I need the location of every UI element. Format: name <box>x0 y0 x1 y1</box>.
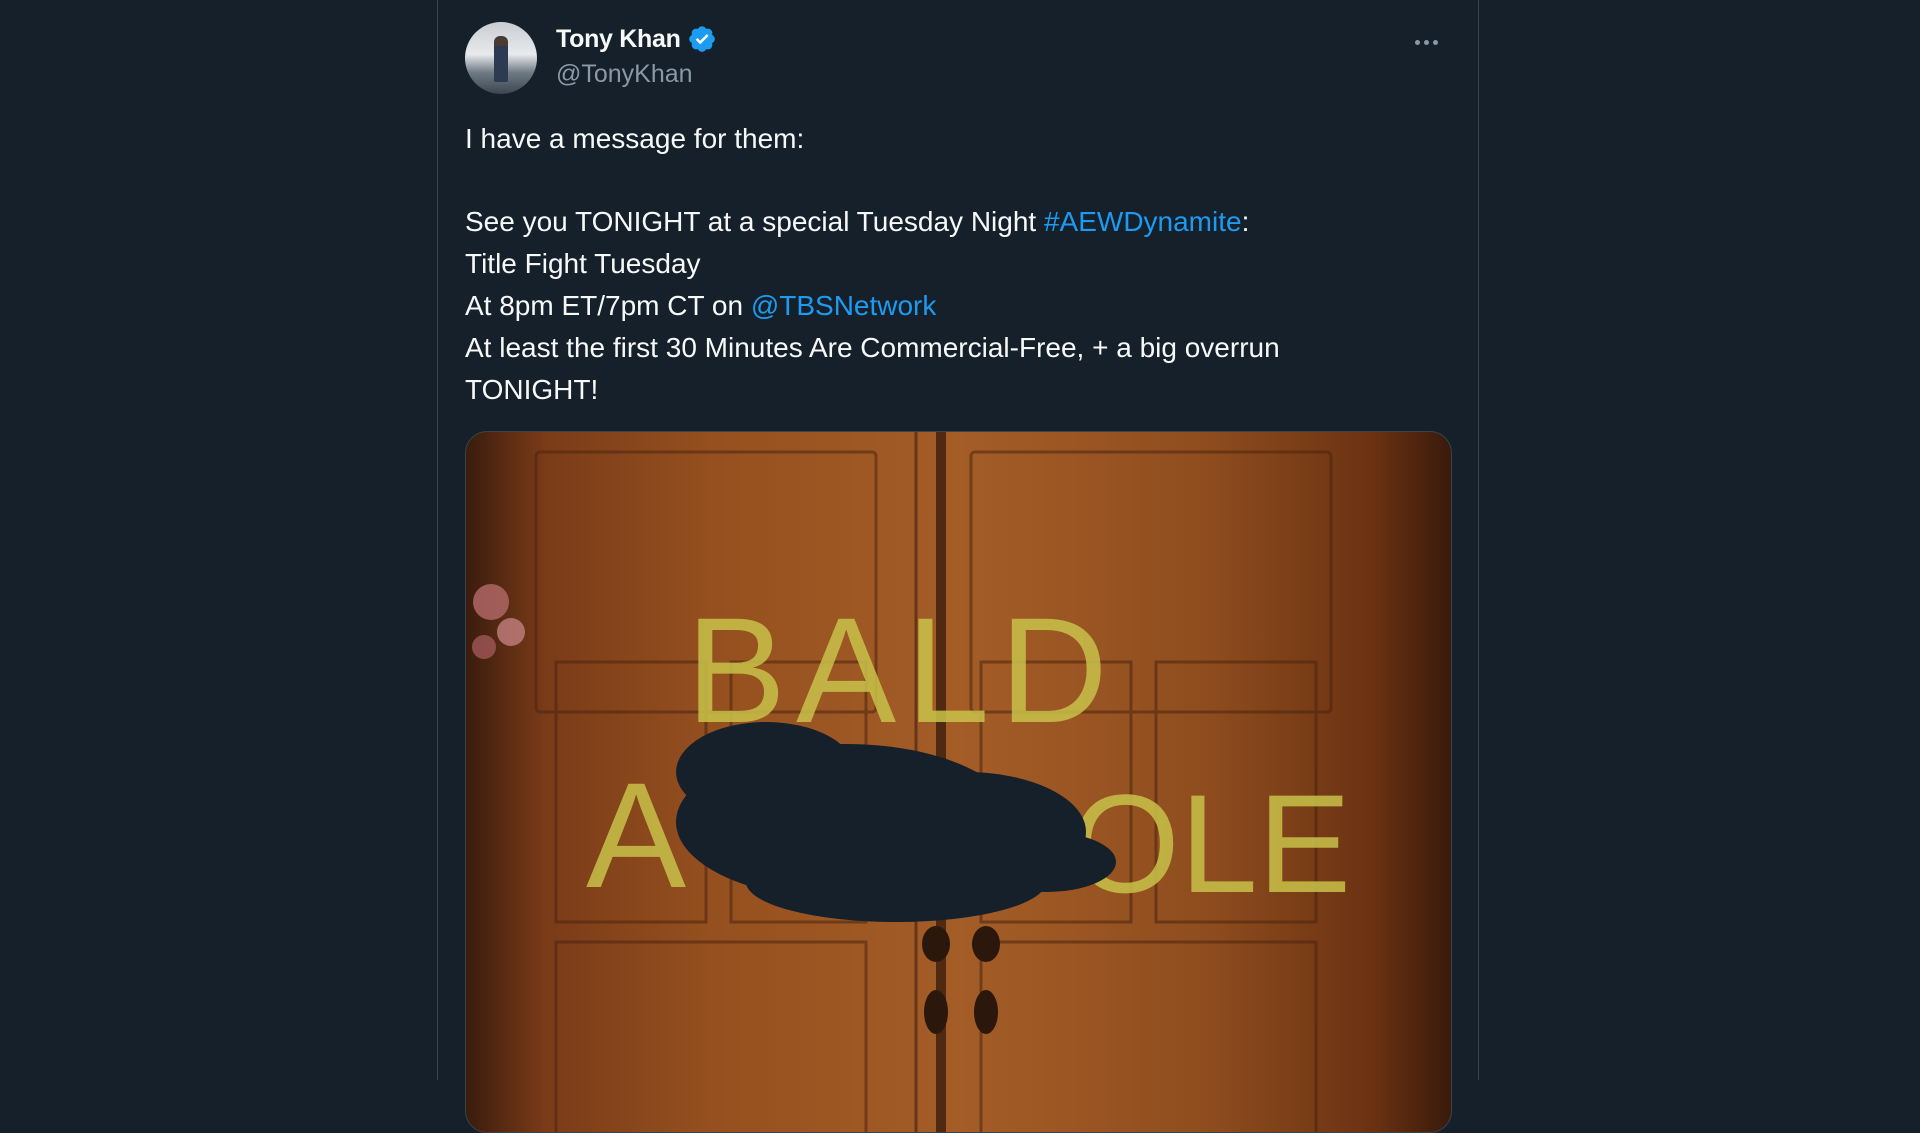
avatar-figure <box>494 36 508 82</box>
more-dot <box>1423 39 1429 45</box>
tweet-line: See you TONIGHT at a special Tuesday Nig… <box>465 201 1445 243</box>
tweet-text-segment: At 8pm ET/7pm CT on <box>465 290 751 321</box>
tweet-text-segment: See you TONIGHT at a special Tuesday Nig… <box>465 206 1044 237</box>
tweet-column: Tony Khan @TonyKhan I have a message for… <box>437 0 1479 1133</box>
tweet-line: TONIGHT! <box>465 374 599 405</box>
more-dot <box>1414 39 1420 45</box>
more-options-icon[interactable] <box>1406 28 1446 56</box>
tweet-text-segment: : <box>1241 206 1250 237</box>
verified-badge-icon <box>688 26 715 52</box>
tweet-line: Title Fight Tuesday <box>465 248 701 279</box>
tweet-line: I have a message for them: <box>465 123 805 154</box>
door-photo: BALD A OLE <box>472 432 1351 1132</box>
tweet-media-image[interactable]: BALD A OLE <box>465 431 1452 1133</box>
tweet-line: At least the first 30 Minutes Are Commer… <box>465 332 1280 363</box>
hashtag-link[interactable]: #AEWDynamite <box>1044 206 1242 237</box>
author-handle[interactable]: @TonyKhan <box>556 60 693 89</box>
more-dot <box>1432 39 1438 45</box>
graffiti-word-2-left: A <box>586 751 686 919</box>
avatar[interactable] <box>465 22 537 94</box>
tweet-line: At 8pm ET/7pm CT on @TBSNetwork <box>465 285 1445 327</box>
graffiti-word-2-right: OLE <box>1071 765 1351 922</box>
author-row: Tony Khan <box>556 24 717 54</box>
tweet-text: I have a message for them: See you TONIG… <box>465 118 1445 411</box>
mention-link[interactable]: @TBSNetwork <box>751 290 937 321</box>
author-name[interactable]: Tony Khan <box>556 25 681 54</box>
